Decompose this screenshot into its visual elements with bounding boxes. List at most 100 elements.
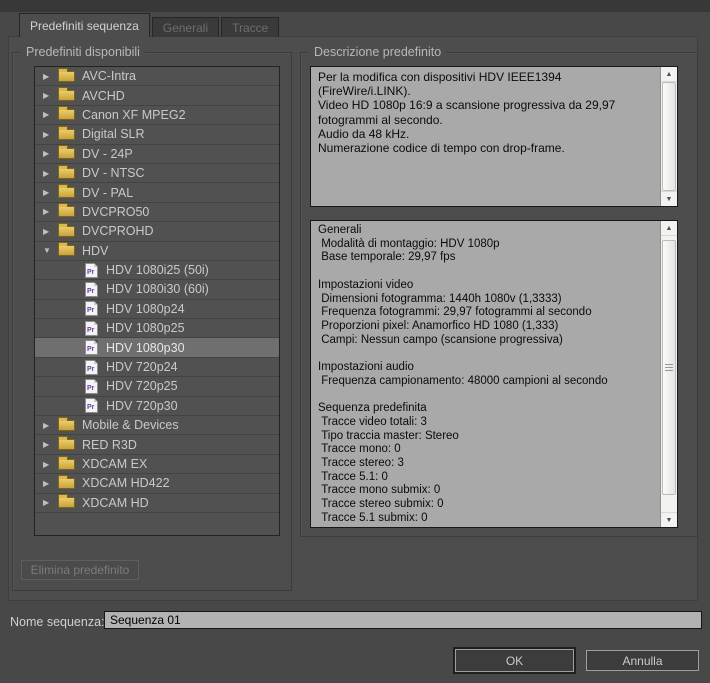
pr-file-icon: Pr bbox=[85, 281, 98, 297]
tree-item-label: DV - NTSC bbox=[82, 166, 145, 181]
pr-file-icon: Pr bbox=[85, 320, 98, 336]
tree-row[interactable]: ▶ XDCAM HD bbox=[35, 494, 279, 513]
tree-row[interactable]: ▼ HDV bbox=[35, 242, 279, 261]
tree-item-label: HDV 1080p25 bbox=[106, 321, 185, 336]
folder-icon bbox=[58, 474, 75, 489]
chevron-right-icon[interactable]: ▶ bbox=[43, 149, 58, 158]
tree-item-label: HDV 1080p24 bbox=[106, 301, 185, 316]
folder-icon bbox=[58, 106, 75, 121]
chevron-right-icon[interactable]: ▶ bbox=[43, 72, 58, 81]
tree-row[interactable]: ▶ DVCPROHD bbox=[35, 222, 279, 242]
tree-item-label: HDV 1080i30 (60i) bbox=[106, 282, 209, 297]
folder-icon bbox=[58, 164, 75, 179]
tree-item-label: HDV bbox=[82, 243, 109, 258]
tree-row[interactable]: ▶ DV - 24P bbox=[35, 145, 279, 164]
tree-item-label: XDCAM HD bbox=[82, 495, 149, 510]
details-text: Generali Modalità di montaggio: HDV 1080… bbox=[318, 224, 608, 524]
pr-file-icon: Pr bbox=[85, 262, 98, 278]
tree-row[interactable]: Pr HDV 1080p24 bbox=[35, 300, 279, 320]
tab-bar: Predefiniti sequenza Generali Tracce bbox=[19, 13, 280, 37]
folder-icon bbox=[58, 416, 75, 431]
tree-row[interactable]: ▶ DV - PAL bbox=[35, 183, 279, 203]
pr-file-icon: Pr bbox=[85, 398, 98, 414]
folder-icon bbox=[58, 125, 75, 140]
tab-tracce[interactable]: Tracce bbox=[221, 17, 280, 37]
tree-row[interactable]: ▶ XDCAM HD422 bbox=[35, 474, 279, 494]
tree-item-label: Digital SLR bbox=[82, 127, 145, 142]
preset-description-title: Descrizione predefinito bbox=[309, 45, 447, 59]
delete-preset-button[interactable]: Elimina predefinito bbox=[21, 560, 139, 580]
tree-row[interactable]: ▶ Mobile & Devices bbox=[35, 416, 279, 436]
chevron-right-icon[interactable]: ▶ bbox=[43, 169, 58, 178]
sequence-name-label: Nome sequenza: bbox=[10, 615, 105, 629]
chevron-right-icon[interactable]: ▶ bbox=[43, 440, 58, 449]
tree-row[interactable]: ▶ RED R3D bbox=[35, 435, 279, 455]
tree-row[interactable]: Pr HDV 1080p30 bbox=[35, 338, 279, 358]
chevron-right-icon[interactable]: ▶ bbox=[43, 110, 58, 119]
tree-row[interactable]: Pr HDV 720p30 bbox=[35, 397, 279, 417]
tree-item-label: AVCHD bbox=[82, 88, 125, 103]
tree-item-label: DV - 24P bbox=[82, 146, 133, 161]
preset-tree[interactable]: ▶ AVC-Intra ▶ AVCHD ▶ Canon XF MPEG2 ▶ Digital … bbox=[34, 66, 280, 536]
chevron-right-icon[interactable]: ▶ bbox=[43, 188, 58, 197]
scrollbar-down-icon[interactable]: ▼ bbox=[661, 191, 677, 206]
chevron-right-icon[interactable]: ▶ bbox=[43, 91, 58, 100]
chevron-right-icon[interactable]: ▶ bbox=[43, 207, 58, 216]
scrollbar-thumb[interactable] bbox=[662, 240, 676, 495]
tree-row[interactable]: ▶ XDCAM EX bbox=[35, 455, 279, 475]
tree-item-label: HDV 1080p30 bbox=[106, 340, 185, 355]
sequence-name-input[interactable] bbox=[104, 611, 702, 629]
tree-item-label: HDV 720p30 bbox=[106, 398, 178, 413]
scrollbar-down-icon[interactable]: ▼ bbox=[661, 512, 677, 527]
tab-generali[interactable]: Generali bbox=[151, 17, 220, 37]
chevron-right-icon[interactable]: ▶ bbox=[43, 479, 58, 488]
chevron-right-icon[interactable]: ▶ bbox=[43, 227, 58, 236]
tree-row[interactable]: Pr HDV 1080i30 (60i) bbox=[35, 280, 279, 300]
tree-row[interactable]: ▶ Digital SLR bbox=[35, 125, 279, 145]
chevron-right-icon[interactable]: ▶ bbox=[43, 130, 58, 139]
tree-row[interactable]: ▶ Canon XF MPEG2 bbox=[35, 106, 279, 126]
scrollbar-up-icon[interactable]: ▲ bbox=[661, 67, 677, 82]
chevron-right-icon[interactable]: ▶ bbox=[43, 460, 58, 469]
tree-item-label: AVC-Intra bbox=[82, 69, 136, 84]
chevron-down-icon[interactable]: ▼ bbox=[43, 246, 58, 255]
folder-icon bbox=[58, 145, 75, 160]
scrollbar-up-icon[interactable]: ▲ bbox=[661, 221, 677, 236]
description-textbox: Per la modifica con dispositivi HDV IEEE… bbox=[310, 66, 678, 207]
chevron-right-icon[interactable]: ▶ bbox=[43, 421, 58, 430]
folder-icon bbox=[58, 242, 75, 257]
tree-row[interactable]: ▶ AVC-Intra bbox=[35, 67, 279, 87]
details-scrollbar[interactable]: ▲ ▼ bbox=[660, 221, 677, 527]
tree-item-label: HDV 720p24 bbox=[106, 360, 178, 375]
pr-file-icon: Pr bbox=[85, 378, 98, 394]
tree-item-label: DV - PAL bbox=[82, 185, 134, 200]
folder-icon bbox=[58, 87, 75, 102]
available-presets-title: Predefiniti disponibili bbox=[21, 45, 145, 59]
tree-row[interactable]: ▶ DV - NTSC bbox=[35, 164, 279, 184]
tree-item-label: DVCPROHD bbox=[82, 224, 154, 239]
tab-predefiniti-sequenza[interactable]: Predefiniti sequenza bbox=[19, 13, 150, 37]
scrollbar-thumb[interactable] bbox=[662, 82, 676, 191]
tree-row[interactable]: Pr HDV 720p24 bbox=[35, 358, 279, 378]
chevron-right-icon[interactable]: ▶ bbox=[43, 498, 58, 507]
details-textbox: Generali Modalità di montaggio: HDV 1080… bbox=[310, 220, 678, 528]
tree-item-label: XDCAM HD422 bbox=[82, 476, 170, 491]
folder-icon bbox=[58, 184, 75, 199]
tree-item-label: DVCPRO50 bbox=[82, 204, 150, 219]
tree-row[interactable]: ▶ AVCHD bbox=[35, 86, 279, 106]
tree-row[interactable]: ▶ DVCPRO50 bbox=[35, 203, 279, 223]
pr-file-icon: Pr bbox=[85, 340, 98, 356]
tree-row[interactable]: Pr HDV 720p25 bbox=[35, 377, 279, 397]
folder-icon bbox=[58, 455, 75, 470]
new-sequence-dialog: Predefiniti sequenza Generali Tracce Pre… bbox=[0, 0, 710, 683]
cancel-button[interactable]: Annulla bbox=[586, 650, 699, 671]
tree-item-label: Mobile & Devices bbox=[82, 418, 179, 433]
ok-button[interactable]: OK bbox=[455, 649, 574, 672]
pr-file-icon: Pr bbox=[85, 359, 98, 375]
tree-row[interactable]: Pr HDV 1080i25 (50i) bbox=[35, 261, 279, 281]
folder-icon bbox=[58, 494, 75, 509]
tree-row[interactable]: Pr HDV 1080p25 bbox=[35, 319, 279, 339]
tree-item-label: HDV 1080i25 (50i) bbox=[106, 263, 209, 278]
description-text: Per la modifica con dispositivi HDV IEEE… bbox=[318, 70, 616, 156]
description-scrollbar[interactable]: ▲ ▼ bbox=[660, 67, 677, 206]
